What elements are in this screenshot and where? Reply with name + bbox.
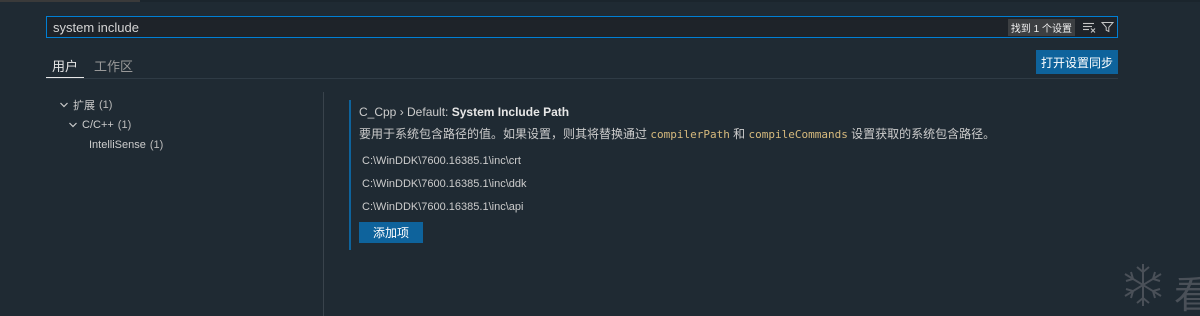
watermark-text: 看 <box>1174 273 1200 316</box>
search-box[interactable]: 找到 1 个设置 <box>46 16 1118 38</box>
tabs-divider <box>46 78 1118 79</box>
chevron-down-icon <box>67 121 79 129</box>
search-input[interactable] <box>47 17 1008 37</box>
description-text: 要用于系统包含路径的值。如果设置，则其将替换通过 <box>359 127 651 141</box>
toc-item-count: (1) <box>99 99 113 111</box>
tab-user[interactable]: 用户 <box>46 52 85 78</box>
filter-icon[interactable] <box>1099 19 1115 35</box>
settings-scope-tabs: 用户 工作区 <box>46 52 143 78</box>
setting-category: C_Cpp › Default: <box>359 105 452 119</box>
toc-item-intellisense[interactable]: IntelliSense (1) <box>58 135 163 155</box>
list-item[interactable]: C:\WinDDK\7600.16385.1\inc\crt <box>359 153 1109 176</box>
top-border <box>0 0 1200 2</box>
toc-item-label: C/C++ <box>82 119 114 131</box>
setting-item-system-include-path: C_Cpp › Default: System Include Path 要用于… <box>349 100 1109 250</box>
active-editor-indicator <box>0 0 140 2</box>
chevron-down-icon <box>58 101 70 109</box>
setting-description: 要用于系统包含路径的值。如果设置，则其将替换通过 compilerPath 和 … <box>359 125 1109 141</box>
add-item-button[interactable]: 添加项 <box>359 222 423 243</box>
toc-item-cpp[interactable]: C/C++ (1) <box>58 115 163 135</box>
toc-item-count: (1) <box>149 139 164 151</box>
toc-item-label: IntelliSense <box>89 139 146 151</box>
path-list: C:\WinDDK\7600.16385.1\inc\crt C:\WinDDK… <box>359 153 1109 222</box>
list-item[interactable]: C:\WinDDK\7600.16385.1\inc\ddk <box>359 176 1109 199</box>
clear-filter-icon[interactable] <box>1081 19 1097 35</box>
settings-toc-tree: 扩展 (1) C/C++ (1) IntelliSense (1) <box>58 95 163 155</box>
setting-link-compilerpath[interactable]: compilerPath <box>650 128 729 141</box>
snowflake-icon <box>1124 264 1162 306</box>
list-item[interactable]: C:\WinDDK\7600.16385.1\inc\api <box>359 199 1109 222</box>
setting-name: System Include Path <box>451 105 570 119</box>
search-result-count: 找到 1 个设置 <box>1007 18 1075 36</box>
tab-workspace[interactable]: 工作区 <box>88 52 139 74</box>
settings-sync-button[interactable]: 打开设置同步 <box>1036 50 1118 74</box>
description-text: 和 <box>729 127 749 141</box>
toc-divider <box>323 92 324 316</box>
toc-item-label: 扩展 <box>73 100 95 112</box>
toc-item-count: (1) <box>117 119 132 131</box>
description-text: 设置获取的系统包含路径。 <box>847 127 996 141</box>
setting-link-compilecommands[interactable]: compileCommands <box>749 128 848 141</box>
setting-title: C_Cpp › Default: System Include Path <box>359 105 1109 121</box>
watermark: 看 <box>1118 258 1200 316</box>
toc-item-extensions[interactable]: 扩展 (1) <box>58 95 163 115</box>
